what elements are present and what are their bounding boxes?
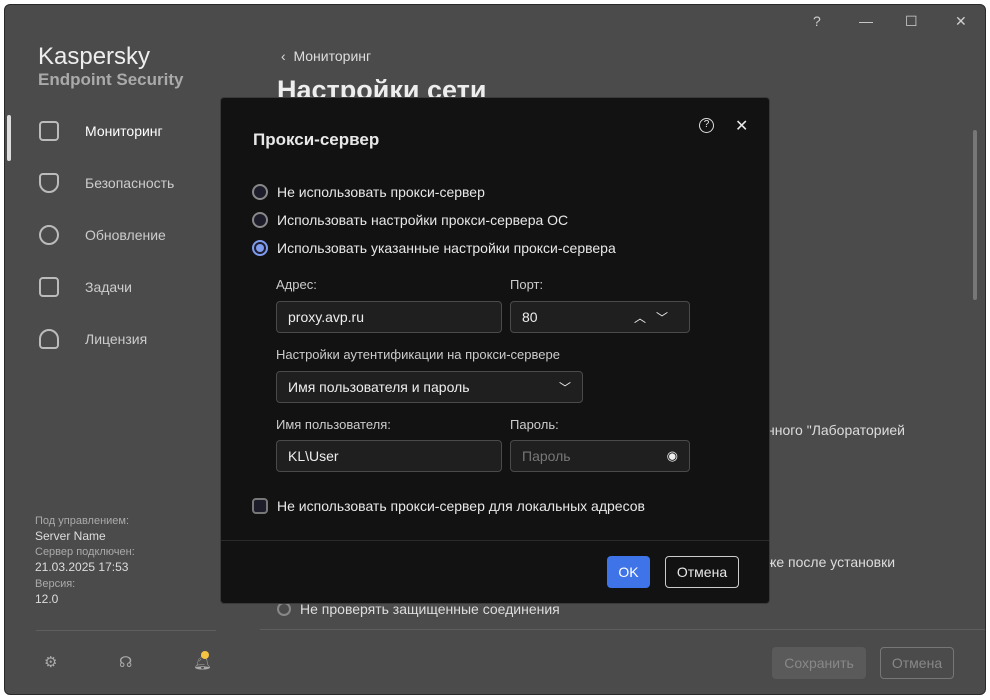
eye-icon[interactable]: ◉: [667, 448, 678, 464]
auth-select[interactable]: Имя пользователя и пароль ﹀: [276, 371, 583, 403]
sidebar-item-security[interactable]: Безопасность: [5, 163, 205, 203]
close-icon[interactable]: ✕: [735, 116, 748, 136]
sidebar-item-license[interactable]: Лицензия: [5, 319, 205, 359]
shield-icon: [39, 173, 59, 193]
chevron-up-icon[interactable]: ︿: [634, 311, 656, 325]
address-input[interactable]: proxy.avp.ru: [276, 301, 502, 333]
minimize-button[interactable]: —: [859, 13, 873, 29]
password-placeholder: Пароль: [522, 448, 571, 464]
proxy-dialog: Прокси-сервер ? ✕ Не использовать прокси…: [220, 97, 770, 604]
breadcrumb-label: Мониторинг: [293, 48, 372, 64]
username-input[interactable]: KL\User: [276, 440, 502, 472]
notifications-bell-icon[interactable]: 🔔︎: [193, 651, 212, 671]
sidebar-item-update[interactable]: Обновление: [5, 215, 205, 255]
app-logo-name: Kaspersky: [38, 43, 151, 70]
chevron-down-icon: ﹀: [558, 380, 571, 395]
chevron-down-icon[interactable]: ﹀: [656, 311, 678, 325]
port-value: 80: [522, 309, 538, 325]
sidebar-item-label: Мониторинг: [85, 123, 163, 139]
grid-icon: [39, 121, 59, 141]
radio-custom-proxy[interactable]: Использовать указанные настройки прокси-…: [252, 240, 616, 256]
auth-label: Настройки аутентификации на прокси-серве…: [276, 347, 560, 362]
sidebar-item-label: Лицензия: [85, 331, 148, 347]
help-button[interactable]: ?: [813, 13, 821, 29]
help-icon[interactable]: ?: [699, 118, 714, 133]
version-label: Версия:: [35, 578, 76, 590]
username-value: KL\User: [288, 448, 339, 464]
bg-text: нного "Лабораторией: [767, 422, 905, 438]
cancel-button[interactable]: Отмена: [665, 556, 739, 588]
maximize-button[interactable]: ☐: [905, 13, 918, 30]
radio-label: Не использовать прокси-сервер: [277, 184, 485, 200]
port-label: Порт:: [510, 277, 544, 292]
close-window-button[interactable]: ✕: [955, 13, 967, 30]
radio-label: Использовать указанные настройки прокси-…: [277, 240, 616, 256]
refresh-icon: [39, 225, 59, 245]
dialog-title: Прокси-сервер: [253, 130, 380, 149]
page-cancel-button[interactable]: Отмена: [880, 647, 954, 679]
radio-os-proxy[interactable]: Использовать настройки прокси-сервера ОС: [252, 212, 568, 228]
breadcrumb-back[interactable]: ‹ Мониторинг: [281, 48, 371, 64]
sidebar-item-tasks[interactable]: Задачи: [5, 267, 205, 307]
notification-dot: [201, 651, 209, 659]
sidebar-item-label: Безопасность: [85, 175, 175, 191]
address-label: Адрес:: [276, 277, 317, 292]
radio-label: Использовать настройки прокси-сервера ОС: [277, 212, 569, 228]
local-bypass-checkbox[interactable]: Не использовать прокси-сервер для локаль…: [252, 498, 645, 514]
sidebar-item-label: Задачи: [85, 279, 133, 295]
sidebar-item-label: Обновление: [85, 227, 166, 243]
ok-button[interactable]: OK: [607, 556, 650, 588]
sidebar-item-monitoring[interactable]: Мониторинг: [5, 111, 205, 161]
checkbox-label: Не использовать прокси-сервер для локаль…: [277, 498, 645, 514]
version-value: 12.0: [35, 592, 59, 606]
app-logo-product: Endpoint Security: [38, 70, 184, 89]
scrollbar[interactable]: [973, 130, 977, 300]
connected-value: 21.03.2025 17:53: [35, 560, 129, 574]
username-label: Имя пользователя:: [276, 417, 391, 432]
connected-label: Сервер подключен:: [35, 546, 135, 558]
save-button[interactable]: Сохранить: [772, 647, 866, 679]
award-icon: [39, 329, 59, 349]
sidebar-divider: [36, 630, 216, 631]
port-stepper[interactable]: 80 ︿﹀: [510, 301, 690, 333]
clipboard-icon: [39, 277, 59, 297]
footer-divider: [260, 629, 985, 630]
bg-text: же после установки: [767, 554, 896, 570]
settings-icon[interactable]: ⚙: [44, 653, 57, 671]
password-label: Пароль:: [510, 417, 559, 432]
support-headset-icon[interactable]: ☊: [119, 653, 132, 671]
managed-value: Server Name: [35, 529, 106, 543]
dialog-footer-divider: [221, 540, 769, 541]
address-value: proxy.avp.ru: [288, 309, 364, 325]
managed-label: Под управлением:: [35, 515, 130, 527]
radio-no-proxy[interactable]: Не использовать прокси-сервер: [252, 184, 485, 200]
password-input[interactable]: Пароль ◉: [510, 440, 690, 472]
auth-value: Имя пользователя и пароль: [288, 379, 470, 395]
